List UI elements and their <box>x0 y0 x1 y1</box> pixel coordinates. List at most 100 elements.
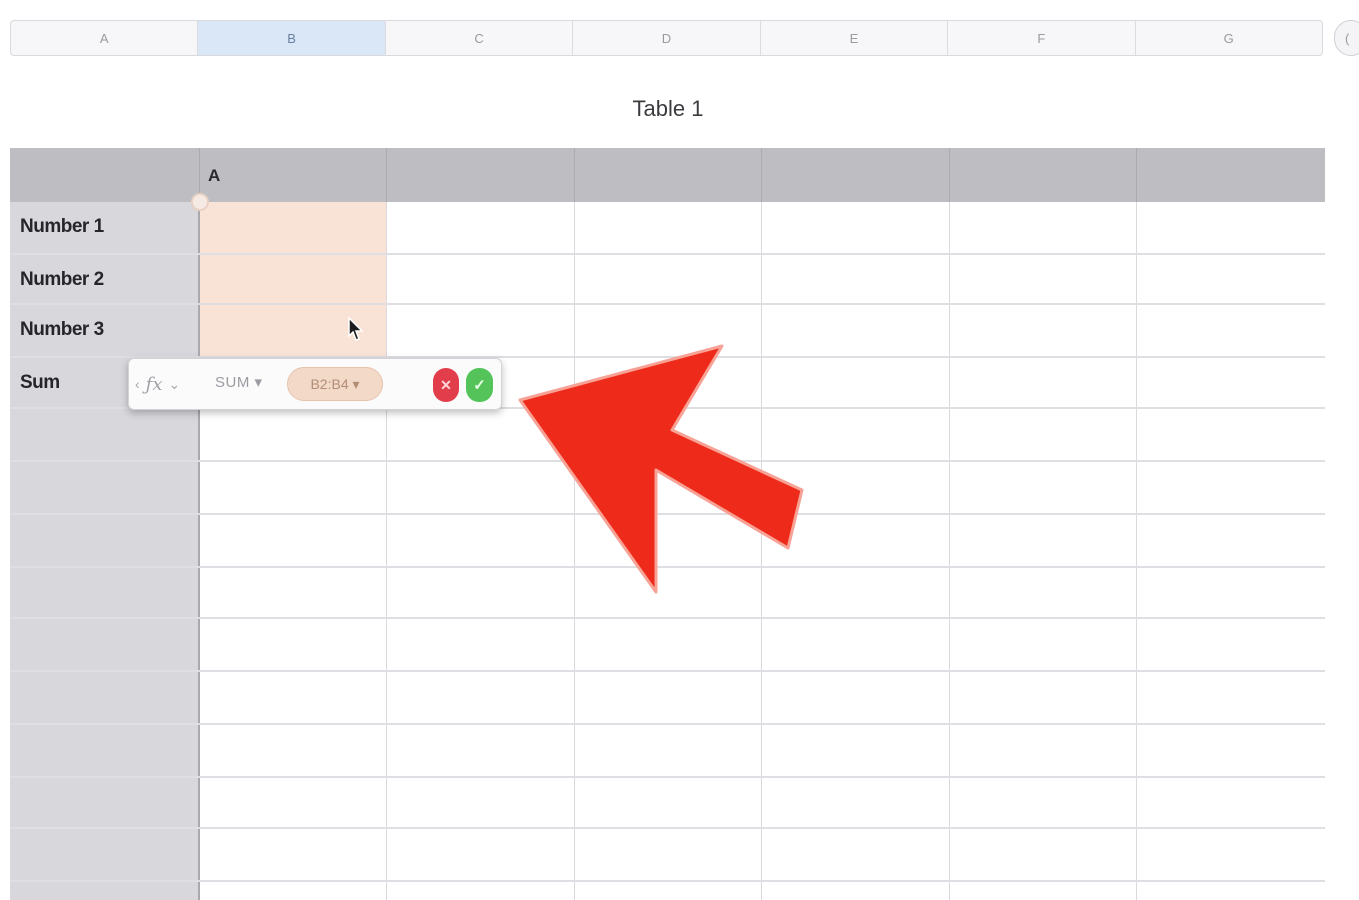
column-letter-g[interactable]: G <box>1136 21 1322 55</box>
table-cell[interactable] <box>575 202 762 253</box>
table-cell[interactable] <box>200 515 387 566</box>
row-header-cell[interactable] <box>10 515 200 566</box>
table-cell[interactable] <box>387 882 575 900</box>
table-cell[interactable] <box>1137 778 1325 827</box>
row-header-cell[interactable] <box>10 778 200 827</box>
table-cell[interactable] <box>575 619 762 670</box>
header-cell[interactable] <box>575 148 762 202</box>
table-cell[interactable] <box>1137 255 1325 303</box>
table-cell[interactable] <box>950 305 1137 356</box>
table-cell[interactable] <box>762 778 950 827</box>
table-cell[interactable] <box>200 882 387 900</box>
table-cell[interactable] <box>950 778 1137 827</box>
table-cell[interactable] <box>387 725 575 776</box>
table-cell[interactable] <box>950 882 1137 900</box>
table-cell[interactable] <box>575 462 762 513</box>
cancel-formula-button[interactable]: ✕ <box>433 368 459 402</box>
row-header-cell[interactable] <box>10 672 200 723</box>
column-letter-b[interactable]: B <box>198 21 386 55</box>
column-letter-d[interactable]: D <box>573 21 761 55</box>
table-title[interactable]: Table 1 <box>0 96 1336 122</box>
table-cell[interactable] <box>387 255 575 303</box>
table-cell[interactable] <box>1137 882 1325 900</box>
table-cell[interactable] <box>762 202 950 253</box>
table-cell[interactable] <box>762 462 950 513</box>
header-cell[interactable] <box>950 148 1137 202</box>
table-cell[interactable] <box>575 305 762 356</box>
table-cell[interactable] <box>950 672 1137 723</box>
table-cell[interactable] <box>200 672 387 723</box>
table-cell[interactable] <box>575 568 762 617</box>
header-cell[interactable] <box>762 148 950 202</box>
table-cell[interactable] <box>950 568 1137 617</box>
table-cell[interactable] <box>575 409 762 460</box>
header-cell[interactable] <box>1137 148 1325 202</box>
row-header-cell[interactable] <box>10 619 200 670</box>
table-cell[interactable] <box>575 255 762 303</box>
table-cell[interactable] <box>762 515 950 566</box>
row-header-cell[interactable] <box>10 882 200 900</box>
table-cell[interactable] <box>950 255 1137 303</box>
table-cell[interactable] <box>1137 305 1325 356</box>
table-cell[interactable] <box>387 202 575 253</box>
table-cell[interactable] <box>950 829 1137 880</box>
table-cell[interactable] <box>387 409 575 460</box>
table-cell[interactable] <box>762 619 950 670</box>
row-header-cell[interactable]: Number 3 <box>10 305 200 356</box>
table-cell[interactable] <box>200 568 387 617</box>
column-letter-a[interactable]: A <box>11 21 199 55</box>
table-cell[interactable] <box>762 409 950 460</box>
table-cell[interactable] <box>387 568 575 617</box>
table-cell[interactable] <box>762 305 950 356</box>
table-cell[interactable] <box>762 725 950 776</box>
table-cell[interactable] <box>762 882 950 900</box>
header-cell-a[interactable]: A <box>200 148 387 202</box>
table-cell[interactable] <box>200 462 387 513</box>
table-cell[interactable] <box>762 829 950 880</box>
table-cell[interactable] <box>762 358 950 407</box>
table-cell[interactable] <box>387 462 575 513</box>
table-cell[interactable] <box>950 619 1137 670</box>
header-corner-cell[interactable] <box>10 148 200 202</box>
table-cell[interactable] <box>950 462 1137 513</box>
table-cell[interactable] <box>200 409 387 460</box>
table-cell[interactable] <box>200 725 387 776</box>
table-cell[interactable] <box>762 255 950 303</box>
table-cell[interactable] <box>200 778 387 827</box>
column-letter-f[interactable]: F <box>948 21 1136 55</box>
table-cell[interactable] <box>1137 462 1325 513</box>
accept-formula-button[interactable]: ✓ <box>466 368 493 402</box>
table-cell[interactable] <box>575 672 762 723</box>
table-cell[interactable] <box>1137 725 1325 776</box>
table-cell[interactable] <box>1137 672 1325 723</box>
row-header-cell[interactable]: Number 2 <box>10 255 200 303</box>
table-cell[interactable] <box>575 725 762 776</box>
table-cell[interactable] <box>1137 568 1325 617</box>
row-header-cell[interactable] <box>10 725 200 776</box>
table-cell[interactable] <box>762 672 950 723</box>
table-cell[interactable] <box>575 882 762 900</box>
table-cell[interactable] <box>1137 409 1325 460</box>
range-token[interactable]: B2:B4 ▾ <box>287 367 383 401</box>
row-header-cell[interactable] <box>10 568 200 617</box>
row-header-cell[interactable] <box>10 409 200 460</box>
table-cell[interactable] <box>200 255 387 303</box>
table-cell[interactable] <box>1137 619 1325 670</box>
table-cell[interactable] <box>1137 515 1325 566</box>
table-cell[interactable] <box>1137 202 1325 253</box>
table-cell[interactable] <box>1137 829 1325 880</box>
table-cell[interactable] <box>200 202 387 253</box>
table-cell[interactable] <box>1137 358 1325 407</box>
table-cell[interactable] <box>387 515 575 566</box>
function-picker-button[interactable]: ‹ ƒx ⌄ <box>135 371 180 397</box>
table-cell[interactable] <box>387 778 575 827</box>
table-cell[interactable] <box>950 202 1137 253</box>
table-cell[interactable] <box>950 358 1137 407</box>
table-cell[interactable] <box>950 515 1137 566</box>
table-cell[interactable] <box>387 305 575 356</box>
table-cell[interactable] <box>575 515 762 566</box>
row-header-cell[interactable] <box>10 829 200 880</box>
table-cell[interactable] <box>575 358 762 407</box>
table-cell[interactable] <box>200 829 387 880</box>
column-letter-c[interactable]: C <box>386 21 574 55</box>
